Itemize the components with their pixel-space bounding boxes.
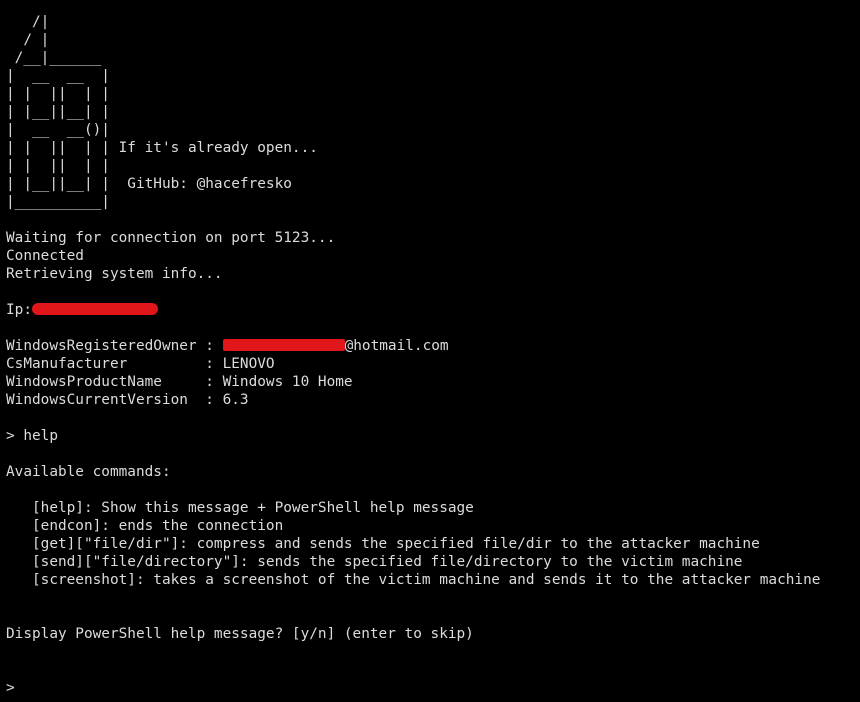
banner-art-segment: | | || | | xyxy=(6,140,110,156)
ip-redaction xyxy=(32,303,158,315)
command-help: [help]: Show this message + PowerShell h… xyxy=(6,500,474,516)
banner-art-line: | | || | | xyxy=(6,158,110,174)
connected-message: Connected xyxy=(6,248,84,264)
command-prompt[interactable]: > xyxy=(6,679,15,697)
help-prompt-question: Display PowerShell help message? [y/n] (… xyxy=(6,626,474,642)
terminal-window[interactable]: /| / | /__|______ | __ __ | | | || | | |… xyxy=(0,0,860,702)
banner-art-line: | | || | | xyxy=(6,86,110,102)
banner-github: GitHub: @hacefresko xyxy=(127,176,292,192)
banner-art-line: | |__||__| | GitHub: @hacefresko xyxy=(6,175,292,193)
command-endcon: [endcon]: ends the connection xyxy=(6,518,284,534)
owner-suffix: @hotmail.com xyxy=(344,338,449,354)
command-screenshot: [screenshot]: takes a screenshot of the … xyxy=(6,572,821,588)
version-line: WindowsCurrentVersion : 6.3 xyxy=(6,392,249,408)
banner-art-line: | __ __()| xyxy=(6,122,110,138)
owner-redaction xyxy=(222,339,345,351)
banner-art-line: | | || | | If it's already open... xyxy=(6,139,318,157)
banner-tagline: If it's already open... xyxy=(118,140,318,156)
banner-art-segment: | |__||__| | xyxy=(6,176,110,192)
banner-art-line: |__________| xyxy=(6,194,110,210)
command-send: [send]["file/directory"]: sends the spec… xyxy=(6,554,743,570)
banner-art-line: | __ __ | xyxy=(6,68,110,84)
banner-art-line: /__|______ xyxy=(6,50,102,66)
banner-art-line: /| xyxy=(6,14,50,30)
retrieving-message: Retrieving system info... xyxy=(6,266,223,282)
banner-art-line: / | xyxy=(6,32,50,48)
available-commands-header: Available commands: xyxy=(6,464,171,480)
command-get: [get]["file/dir"]: compress and sends th… xyxy=(6,536,760,552)
banner-art-line: | |__||__| | xyxy=(6,104,110,120)
owner-label: WindowsRegisteredOwner : xyxy=(6,338,223,354)
product-line: WindowsProductName : Windows 10 Home xyxy=(6,374,353,390)
manufacturer-line: CsManufacturer : LENOVO xyxy=(6,356,275,372)
ip-line: Ip: xyxy=(6,301,158,319)
waiting-message: Waiting for connection on port 5123... xyxy=(6,230,336,246)
help-command-line: > help xyxy=(6,428,58,444)
ip-label: Ip: xyxy=(6,302,32,318)
owner-line: WindowsRegisteredOwner : @hotmail.com xyxy=(6,337,449,355)
